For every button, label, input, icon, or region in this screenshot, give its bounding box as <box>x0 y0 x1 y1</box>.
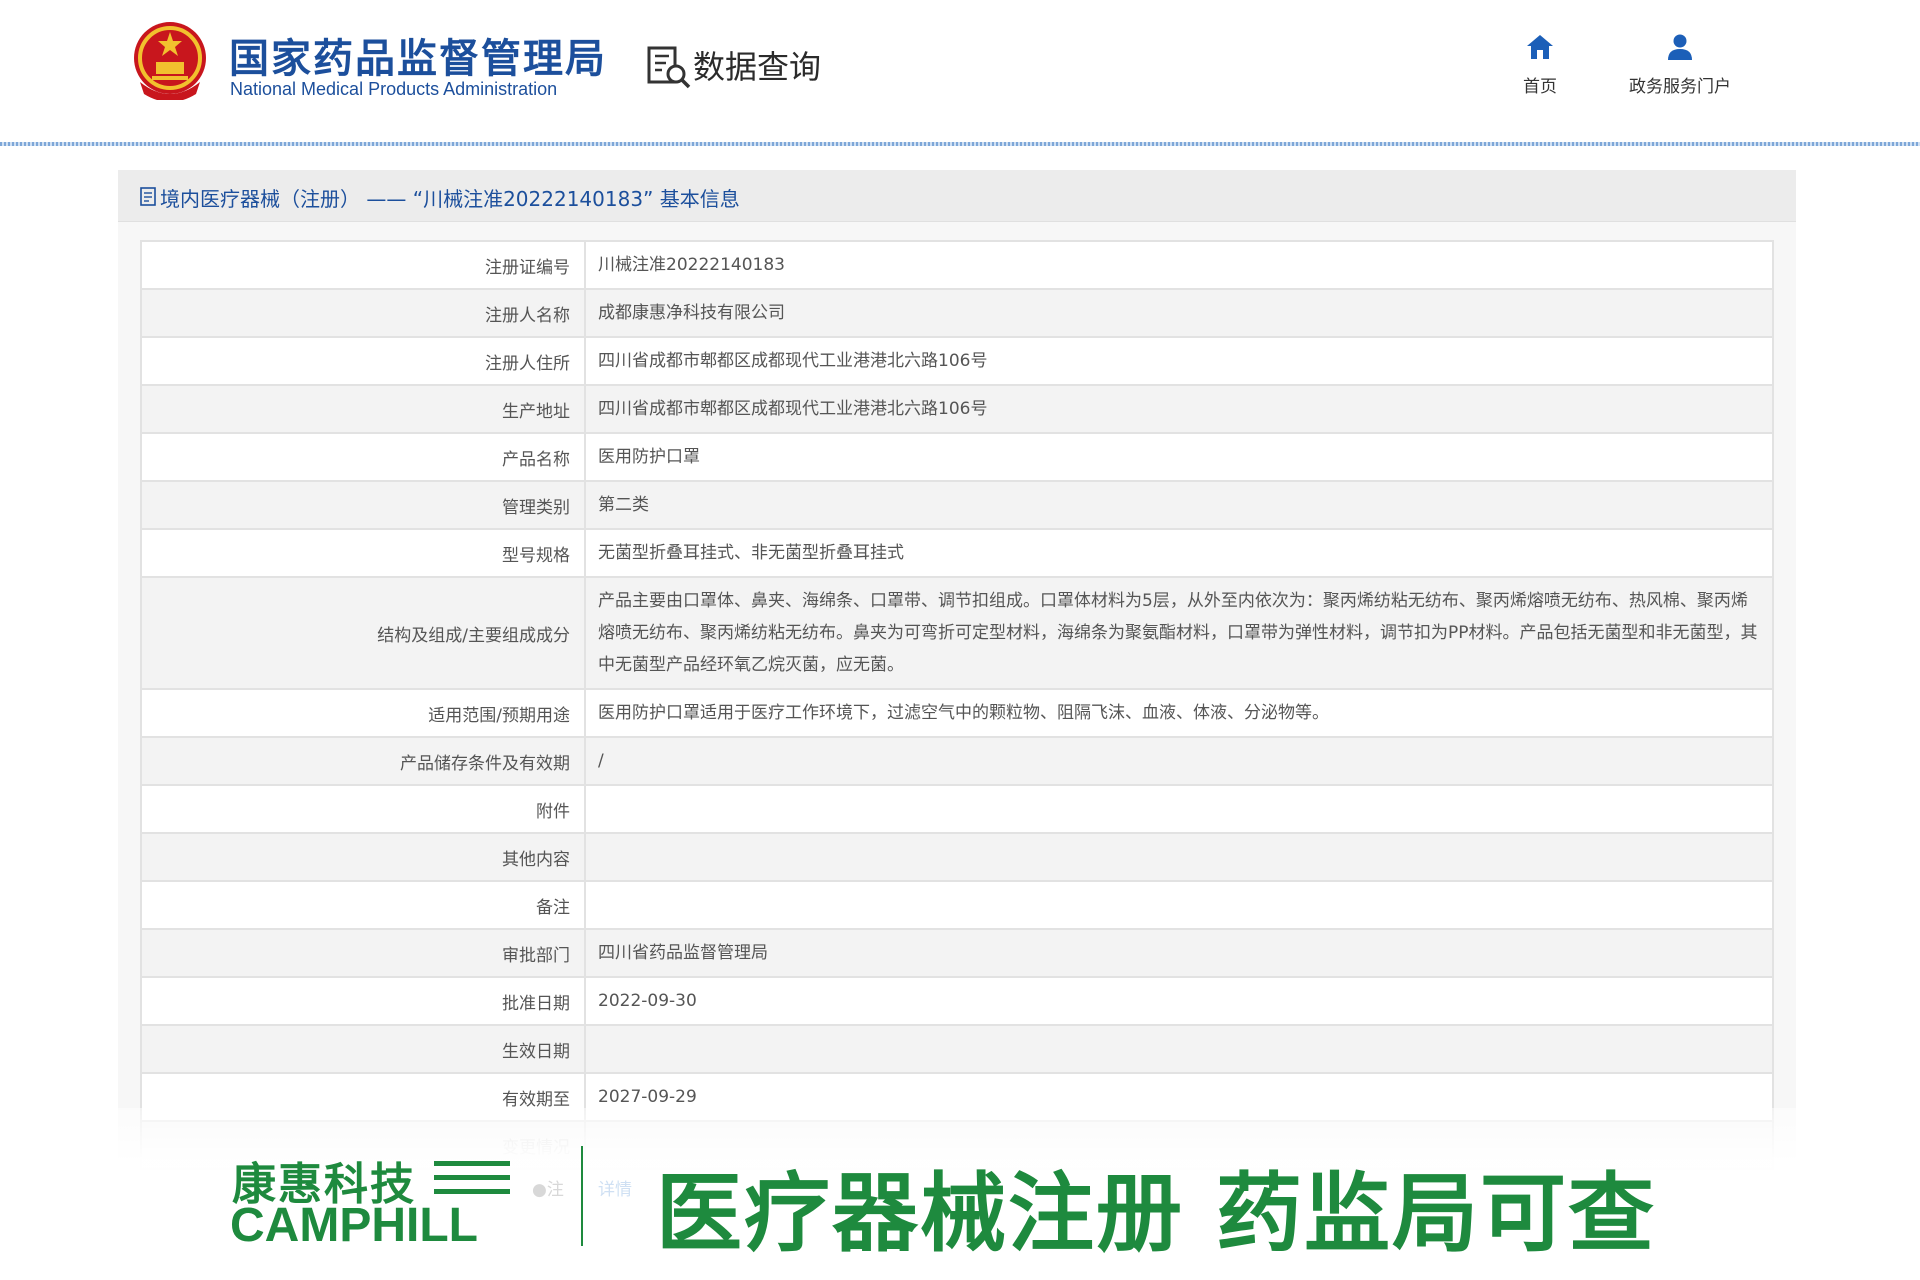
field-value: 四川省药品监督管理局 <box>584 928 1774 978</box>
field-label: 产品储存条件及有效期 <box>140 736 586 786</box>
banner-divider <box>581 1146 583 1246</box>
field-value: 产品主要由口罩体、鼻夹、海绵条、口罩带、调节扣组成。口罩体材料为5层，从外至内依… <box>584 576 1774 690</box>
user-icon <box>1668 34 1692 60</box>
table-row: 注册人住所 四川省成都市郫都区成都现代工业港港北六路106号 <box>140 336 1774 386</box>
table-row: 注册证编号 川械注准20222140183 <box>140 240 1774 290</box>
document-icon <box>140 187 156 206</box>
field-label: 附件 <box>140 784 586 834</box>
field-label: 批准日期 <box>140 976 586 1026</box>
field-value <box>584 1024 1774 1074</box>
field-label: 生产地址 <box>140 384 586 434</box>
brand-name-en: CAMPHILL <box>230 1199 478 1252</box>
nav-portal-link[interactable]: 政务服务门户 <box>1610 32 1750 102</box>
field-value: / <box>584 736 1774 786</box>
nav-home-link[interactable]: 首页 <box>1510 32 1570 102</box>
site-title-cn: 国家药品监督管理局 <box>229 36 607 82</box>
field-label: 注册证编号 <box>140 240 586 290</box>
field-value <box>584 880 1774 930</box>
field-value: 2022-09-30 <box>584 976 1774 1026</box>
field-value: 第二类 <box>584 480 1774 530</box>
field-label: 注册人名称 <box>140 288 586 338</box>
field-value: 无菌型折叠耳挂式、非无菌型折叠耳挂式 <box>584 528 1774 578</box>
device-info-panel: 境内医疗器械（注册） —— “川械注准20222140183” 基本信息 注册证… <box>118 170 1796 1232</box>
table-row: 管理类别 第二类 <box>140 480 1774 530</box>
nav-portal-label: 政务服务门户 <box>1629 77 1731 97</box>
field-value: 川械注准20222140183 <box>584 240 1774 290</box>
table-row: 生产地址 四川省成都市郫都区成都现代工业港港北六路106号 <box>140 384 1774 434</box>
data-query-icon <box>647 46 691 89</box>
info-table: 注册证编号 川械注准20222140183 注册人名称 成都康惠净科技有限公司 … <box>140 240 1774 1170</box>
field-value: 医用防护口罩 <box>584 432 1774 482</box>
table-row: 其他内容 <box>140 832 1774 882</box>
national-emblem-icon <box>134 22 206 100</box>
field-label: 审批部门 <box>140 928 586 978</box>
detail-link[interactable]: 详情 <box>598 1175 632 1200</box>
field-label: 注册人住所 <box>140 336 586 386</box>
field-label: 型号规格 <box>140 528 586 578</box>
section-label: 数据查询 <box>693 48 822 86</box>
table-row: 审批部门 四川省药品监督管理局 <box>140 928 1774 978</box>
table-row: 适用范围/预期用途 医用防护口罩适用于医疗工作环境下，过滤空气中的颗粒物、阻隔飞… <box>140 688 1774 738</box>
banner-slogan: 医疗器械注册 药监局可查 <box>656 1163 1656 1264</box>
field-label: 其他内容 <box>140 832 586 882</box>
field-label: 适用范围/预期用途 <box>140 688 586 738</box>
header-divider <box>0 142 1920 146</box>
table-row: 生效日期 <box>140 1024 1774 1074</box>
field-label: 备注 <box>140 880 586 930</box>
panel-title: 境内医疗器械（注册） —— “川械注准20222140183” 基本信息 <box>160 187 740 211</box>
table-row: 批准日期 2022-09-30 <box>140 976 1774 1026</box>
note-text: 注 <box>546 1180 564 1200</box>
pin-icon: ● <box>532 1180 547 1200</box>
table-row: 型号规格 无菌型折叠耳挂式、非无菌型折叠耳挂式 <box>140 528 1774 578</box>
field-value: 四川省成都市郫都区成都现代工业港港北六路106号 <box>584 336 1774 386</box>
field-value: 医用防护口罩适用于医疗工作环境下，过滤空气中的颗粒物、阻隔飞沫、血液、体液、分泌… <box>584 688 1774 738</box>
field-value: 四川省成都市郫都区成都现代工业港港北六路106号 <box>584 384 1774 434</box>
site-title-en: National Medical Products Administration <box>230 79 558 99</box>
note-label: ●注 <box>532 1175 564 1200</box>
panel-header: 境内医疗器械（注册） —— “川械注准20222140183” 基本信息 <box>118 170 1796 222</box>
site-header: 国家药品监督管理局 National Medical Products Admi… <box>0 0 1920 146</box>
field-label: 生效日期 <box>140 1024 586 1074</box>
field-value: 成都康惠净科技有限公司 <box>584 288 1774 338</box>
field-value <box>584 832 1774 882</box>
table-row: 注册人名称 成都康惠净科技有限公司 <box>140 288 1774 338</box>
table-row: 结构及组成/主要组成成分 产品主要由口罩体、鼻夹、海绵条、口罩带、调节扣组成。口… <box>140 576 1774 690</box>
table-row: 产品储存条件及有效期 / <box>140 736 1774 786</box>
field-label: 产品名称 <box>140 432 586 482</box>
field-label: 结构及组成/主要组成成分 <box>140 576 586 690</box>
brand-lines-icon <box>434 1161 510 1194</box>
table-row: 附件 <box>140 784 1774 834</box>
table-row: 产品名称 医用防护口罩 <box>140 432 1774 482</box>
nav-home-label: 首页 <box>1523 77 1557 97</box>
field-label: 管理类别 <box>140 480 586 530</box>
field-value <box>584 784 1774 834</box>
table-row: 备注 <box>140 880 1774 930</box>
home-icon <box>1527 35 1553 59</box>
